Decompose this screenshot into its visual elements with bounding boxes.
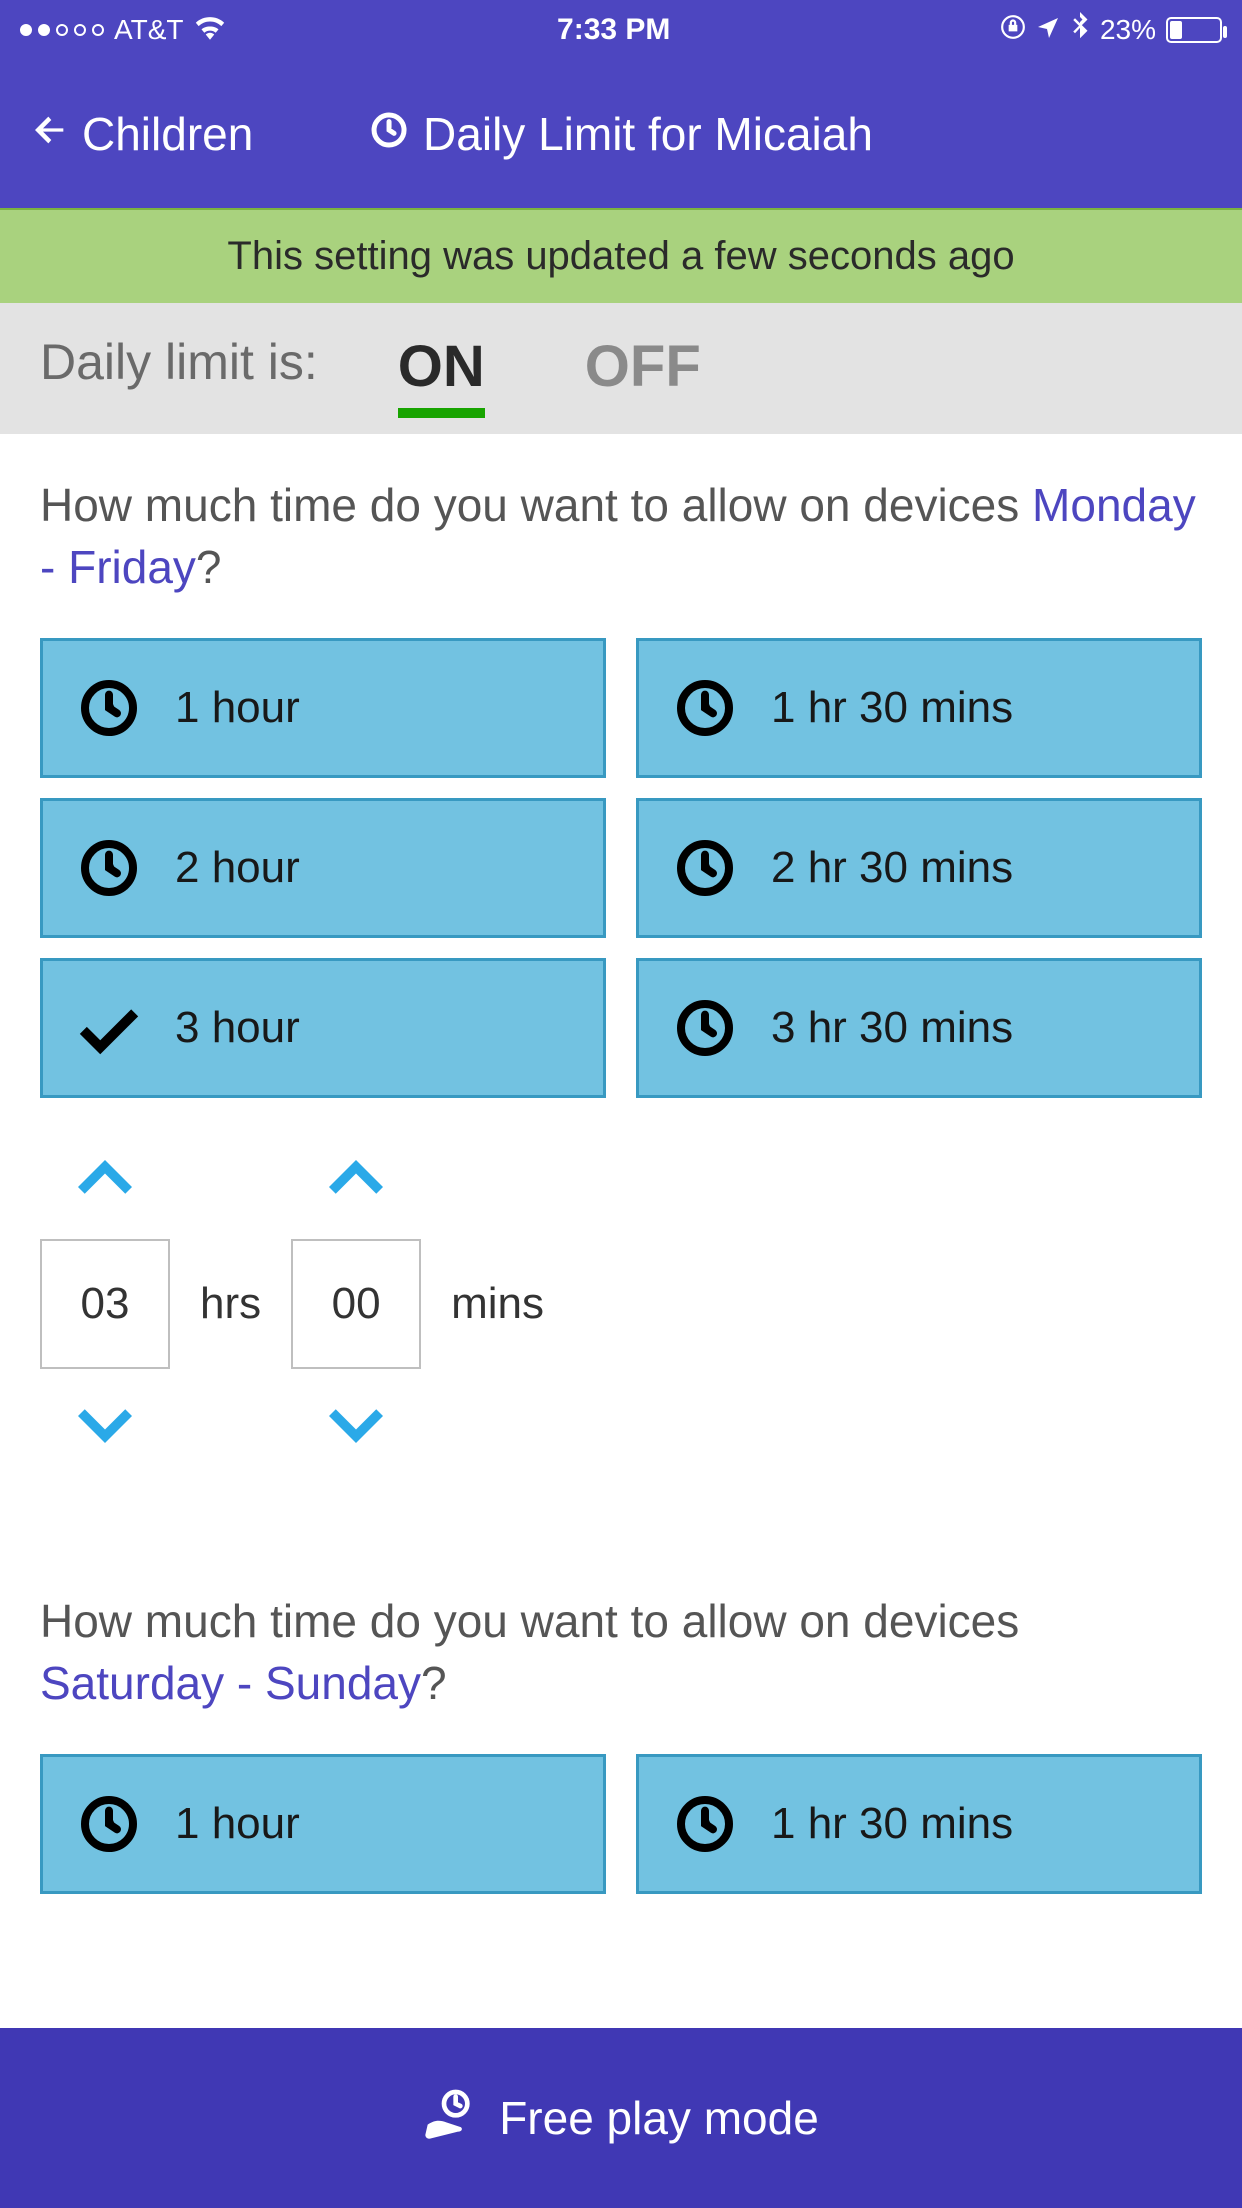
clock-icon: [669, 672, 741, 744]
status-right: 23%: [1000, 12, 1222, 49]
hours-down-button[interactable]: [78, 1405, 132, 1450]
clock-icon: [669, 1788, 741, 1860]
clock-icon: [669, 992, 741, 1064]
clock-icon: [369, 107, 409, 161]
hand-clock-icon: [423, 2085, 479, 2152]
minutes-down-button[interactable]: [329, 1405, 383, 1450]
option-label: 1 hour: [175, 1799, 300, 1849]
weekend-question-prefix: How much time do you want to allow on de…: [40, 1595, 1019, 1647]
free-play-button[interactable]: Free play mode: [0, 2028, 1242, 2208]
toggle-options: ON OFF: [398, 333, 701, 410]
update-banner: This setting was updated a few seconds a…: [0, 208, 1242, 303]
hours-value[interactable]: 03: [40, 1239, 170, 1369]
weekend-range-link[interactable]: Saturday - Sunday: [40, 1657, 421, 1709]
option-label: 1 hr 30 mins: [771, 1799, 1013, 1849]
weekday-option-3hr[interactable]: 3 hour: [40, 958, 606, 1098]
hours-up-button[interactable]: [78, 1158, 132, 1203]
nav-bar: Children Daily Limit for Micaiah: [0, 60, 1242, 208]
option-label: 1 hr 30 mins: [771, 683, 1013, 733]
clock-icon: [73, 672, 145, 744]
weekday-question-suffix: ?: [196, 541, 222, 593]
weekend-options-grid: 1 hour 1 hr 30 mins: [40, 1754, 1202, 1894]
weekday-option-2hr30[interactable]: 2 hr 30 mins: [636, 798, 1202, 938]
weekend-option-1hr30[interactable]: 1 hr 30 mins: [636, 1754, 1202, 1894]
daily-limit-toggle-row: Daily limit is: ON OFF: [0, 303, 1242, 434]
minutes-stepper: 00: [291, 1158, 421, 1450]
clock-icon: [73, 832, 145, 904]
bluetooth-icon: [1070, 12, 1090, 49]
page-title: Daily Limit for Micaiah: [369, 107, 873, 161]
back-button[interactable]: Children: [30, 107, 253, 161]
weekend-option-1hr[interactable]: 1 hour: [40, 1754, 606, 1894]
clock-icon: [73, 1788, 145, 1860]
weekday-option-3hr30[interactable]: 3 hr 30 mins: [636, 958, 1202, 1098]
weekend-question-suffix: ?: [421, 1657, 447, 1709]
minutes-up-button[interactable]: [329, 1158, 383, 1203]
option-label: 3 hour: [175, 1003, 300, 1053]
orientation-lock-icon: [1000, 14, 1026, 47]
weekday-options-grid: 1 hour 1 hr 30 mins 2 hour 2 hr 30 mins …: [40, 638, 1202, 1098]
weekday-option-2hr[interactable]: 2 hour: [40, 798, 606, 938]
free-play-label: Free play mode: [499, 2091, 819, 2145]
signal-dots-icon: [20, 24, 104, 36]
location-icon: [1036, 14, 1060, 46]
weekend-question: How much time do you want to allow on de…: [40, 1590, 1202, 1714]
weekday-option-1hr[interactable]: 1 hour: [40, 638, 606, 778]
option-label: 1 hour: [175, 683, 300, 733]
battery-pct: 23%: [1100, 14, 1156, 46]
minutes-value[interactable]: 00: [291, 1239, 421, 1369]
battery-icon: [1166, 17, 1222, 43]
hours-stepper: 03: [40, 1158, 170, 1450]
wifi-icon: [193, 14, 227, 47]
status-time: 7:33 PM: [557, 13, 670, 47]
toggle-off[interactable]: OFF: [585, 333, 701, 410]
page-title-text: Daily Limit for Micaiah: [423, 107, 873, 161]
option-label: 3 hr 30 mins: [771, 1003, 1013, 1053]
update-banner-text: This setting was updated a few seconds a…: [227, 234, 1014, 278]
hours-label: hrs: [200, 1279, 261, 1329]
option-label: 2 hr 30 mins: [771, 843, 1013, 893]
back-label: Children: [82, 107, 253, 161]
toggle-label: Daily limit is:: [40, 333, 318, 391]
status-bar: AT&T 7:33 PM 23%: [0, 0, 1242, 60]
weekday-question-prefix: How much time do you want to allow on de…: [40, 479, 1032, 531]
option-label: 2 hour: [175, 843, 300, 893]
arrow-left-icon: [30, 107, 70, 161]
carrier-label: AT&T: [114, 14, 183, 46]
clock-icon: [669, 832, 741, 904]
checkmark-icon: [73, 992, 145, 1064]
weekday-question: How much time do you want to allow on de…: [40, 474, 1202, 598]
custom-time-stepper: 03 hrs 00 mins: [40, 1158, 1202, 1450]
weekday-section: How much time do you want to allow on de…: [0, 434, 1242, 1894]
toggle-on[interactable]: ON: [398, 333, 485, 410]
minutes-label: mins: [451, 1279, 544, 1329]
weekday-option-1hr30[interactable]: 1 hr 30 mins: [636, 638, 1202, 778]
status-left: AT&T: [20, 14, 227, 47]
